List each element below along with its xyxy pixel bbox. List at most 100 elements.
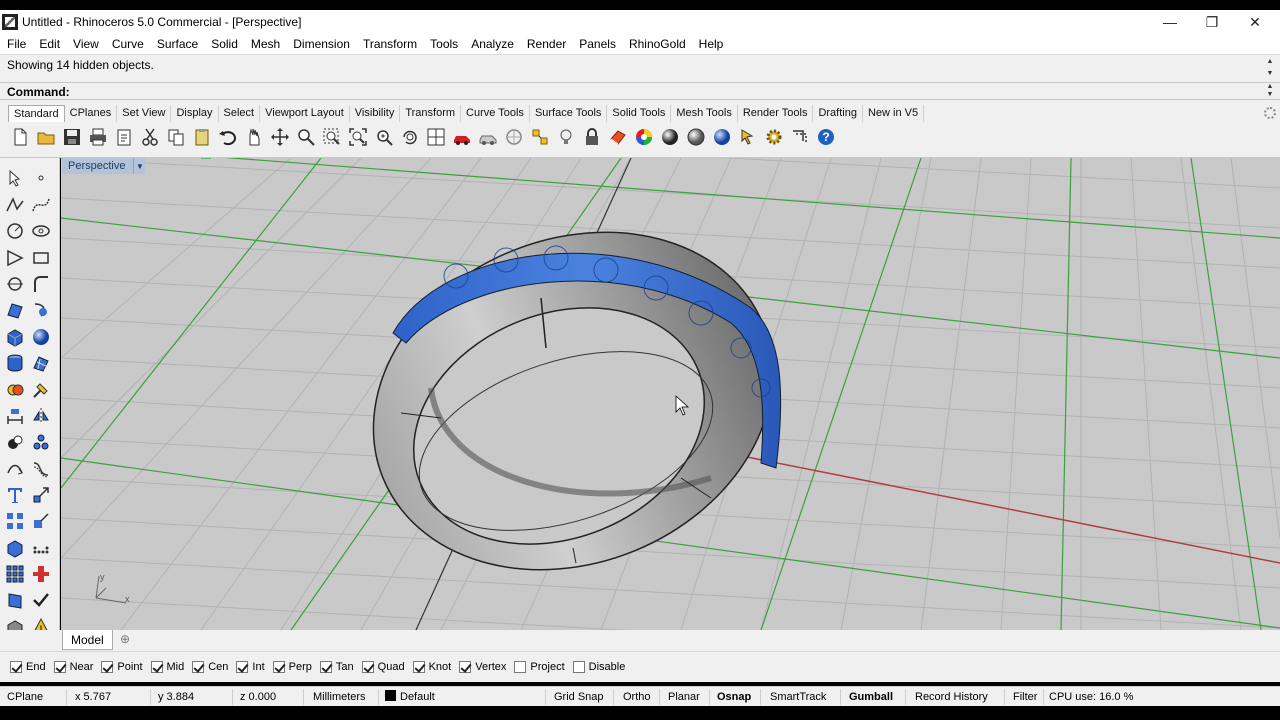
tab-solid-tools[interactable]: Solid Tools xyxy=(607,105,672,122)
menu-transform[interactable]: Transform xyxy=(356,37,423,51)
gumball-icon[interactable] xyxy=(29,562,53,586)
zoom-selected-icon[interactable] xyxy=(371,125,397,149)
tab-set-view[interactable]: Set View xyxy=(117,105,172,122)
menu-tools[interactable]: Tools xyxy=(423,37,464,51)
options-gear-icon[interactable] xyxy=(761,125,787,149)
osnap-vertex-checkbox[interactable] xyxy=(459,661,472,673)
menu-surface[interactable]: Surface xyxy=(150,37,204,51)
menu-mesh[interactable]: Mesh xyxy=(244,37,286,51)
layer-icon[interactable] xyxy=(605,125,631,149)
print-icon[interactable] xyxy=(85,125,111,149)
blend-icon[interactable] xyxy=(29,457,53,481)
mesh-icon[interactable] xyxy=(29,351,53,375)
rectangle-icon[interactable] xyxy=(29,246,53,270)
history-scroll-up-icon[interactable]: ▲ xyxy=(1264,57,1276,66)
status-cplane[interactable]: CPlane xyxy=(7,687,43,707)
select-icon[interactable] xyxy=(735,125,761,149)
osnap-end[interactable]: End xyxy=(10,661,46,673)
tab-standard[interactable]: Standard xyxy=(8,105,65,122)
rotate-view-icon[interactable] xyxy=(267,125,293,149)
tab-new-in-v5[interactable]: New in V5 xyxy=(863,105,925,122)
osnap-point-checkbox[interactable] xyxy=(101,661,114,673)
scale-icon[interactable] xyxy=(29,509,53,533)
rebuild-icon[interactable] xyxy=(3,457,27,481)
status-ortho[interactable]: Ortho xyxy=(623,687,651,707)
status-smarttrack[interactable]: SmartTrack xyxy=(770,687,826,707)
shade-sphere-icon[interactable] xyxy=(657,125,683,149)
text-icon[interactable] xyxy=(3,483,27,507)
dimension-icon[interactable] xyxy=(3,404,27,428)
menu-curve[interactable]: Curve xyxy=(105,37,150,51)
mirror-icon[interactable] xyxy=(29,404,53,428)
block-icon[interactable] xyxy=(3,536,27,560)
fillet-icon[interactable] xyxy=(29,272,53,296)
menu-dimension[interactable]: Dimension xyxy=(286,37,356,51)
close-button[interactable]: ✕ xyxy=(1233,10,1277,34)
restore-button[interactable]: ❐ xyxy=(1190,10,1234,34)
osnap-knot[interactable]: Knot xyxy=(412,661,451,673)
osnap-project[interactable]: Project xyxy=(514,661,565,673)
osnap-perp[interactable]: Perp xyxy=(272,661,312,673)
four-viewports-icon[interactable] xyxy=(423,125,449,149)
copy-icon[interactable] xyxy=(163,125,189,149)
osnap-tan-checkbox[interactable] xyxy=(319,661,332,673)
menu-panels[interactable]: Panels xyxy=(572,37,622,51)
offset-icon[interactable] xyxy=(3,272,27,296)
osnap-mid[interactable]: Mid xyxy=(150,661,184,673)
lightbulb-icon[interactable] xyxy=(553,125,579,149)
osnap-quad-checkbox[interactable] xyxy=(361,661,374,673)
osnap-knot-checkbox[interactable] xyxy=(412,661,425,673)
tab-model[interactable]: Model xyxy=(62,630,113,650)
zoom-extents-icon[interactable] xyxy=(345,125,371,149)
curve-icon[interactable] xyxy=(29,193,53,217)
circle-icon[interactable] xyxy=(501,125,527,149)
toolbar-options-gear-icon[interactable] xyxy=(1264,107,1276,119)
new-file-icon[interactable] xyxy=(7,125,33,149)
polygon-icon[interactable] xyxy=(3,246,27,270)
status-grid-snap[interactable]: Grid Snap xyxy=(554,687,604,707)
array-icon[interactable] xyxy=(3,509,27,533)
osnap-point[interactable]: Point xyxy=(101,661,143,673)
save-icon[interactable] xyxy=(59,125,85,149)
viewport-menu-arrow-icon[interactable]: ▼ xyxy=(133,158,145,174)
osnap-disable-checkbox[interactable] xyxy=(572,661,585,673)
menu-solid[interactable]: Solid xyxy=(204,37,244,51)
check-icon[interactable] xyxy=(29,588,53,612)
paste-icon[interactable] xyxy=(189,125,215,149)
snap-icon[interactable] xyxy=(527,125,553,149)
polyline-icon[interactable] xyxy=(3,193,27,217)
menu-analyze[interactable]: Analyze xyxy=(464,37,520,51)
status-gumball[interactable]: Gumball xyxy=(849,687,893,707)
osnap-tan[interactable]: Tan xyxy=(319,661,354,673)
osnap-quad[interactable]: Quad xyxy=(361,661,405,673)
osnap-mid-checkbox[interactable] xyxy=(150,661,163,673)
zoom-icon[interactable] xyxy=(293,125,319,149)
dots-grid-icon[interactable] xyxy=(29,536,53,560)
surface-icon[interactable] xyxy=(3,298,27,322)
status-filter[interactable]: Filter xyxy=(1013,687,1037,707)
color-wheel-icon[interactable] xyxy=(631,125,657,149)
tab-curve-tools[interactable]: Curve Tools xyxy=(461,105,530,122)
ellipse-icon[interactable] xyxy=(29,219,53,243)
tab-display[interactable]: Display xyxy=(171,105,219,122)
boolean-icon[interactable] xyxy=(3,378,27,402)
tab-transform[interactable]: Transform xyxy=(400,105,462,122)
osnap-near-checkbox[interactable] xyxy=(53,661,66,673)
cut-icon[interactable] xyxy=(137,125,163,149)
osnap-project-checkbox[interactable] xyxy=(514,661,527,673)
blend-curve-icon[interactable] xyxy=(3,430,27,454)
sphere-solid-icon[interactable] xyxy=(29,325,53,349)
zoom-dynamic-icon[interactable] xyxy=(397,125,423,149)
osnap-near[interactable]: Near xyxy=(53,661,93,673)
status-units[interactable]: Millimeters xyxy=(313,687,366,707)
add-tab-icon[interactable]: ⊕ xyxy=(117,632,133,648)
import-icon[interactable] xyxy=(111,125,137,149)
point-icon[interactable] xyxy=(29,166,53,190)
blue-sphere-icon[interactable] xyxy=(709,125,735,149)
group-icon[interactable] xyxy=(29,430,53,454)
cylinder-icon[interactable] xyxy=(3,351,27,375)
tab-viewport-layout[interactable]: Viewport Layout xyxy=(260,105,350,122)
perspective-viewport[interactable]: y x Perspective ▼ xyxy=(61,158,1280,630)
move-icon[interactable] xyxy=(29,483,53,507)
menu-rhinogold[interactable]: RhinoGold xyxy=(622,37,692,51)
